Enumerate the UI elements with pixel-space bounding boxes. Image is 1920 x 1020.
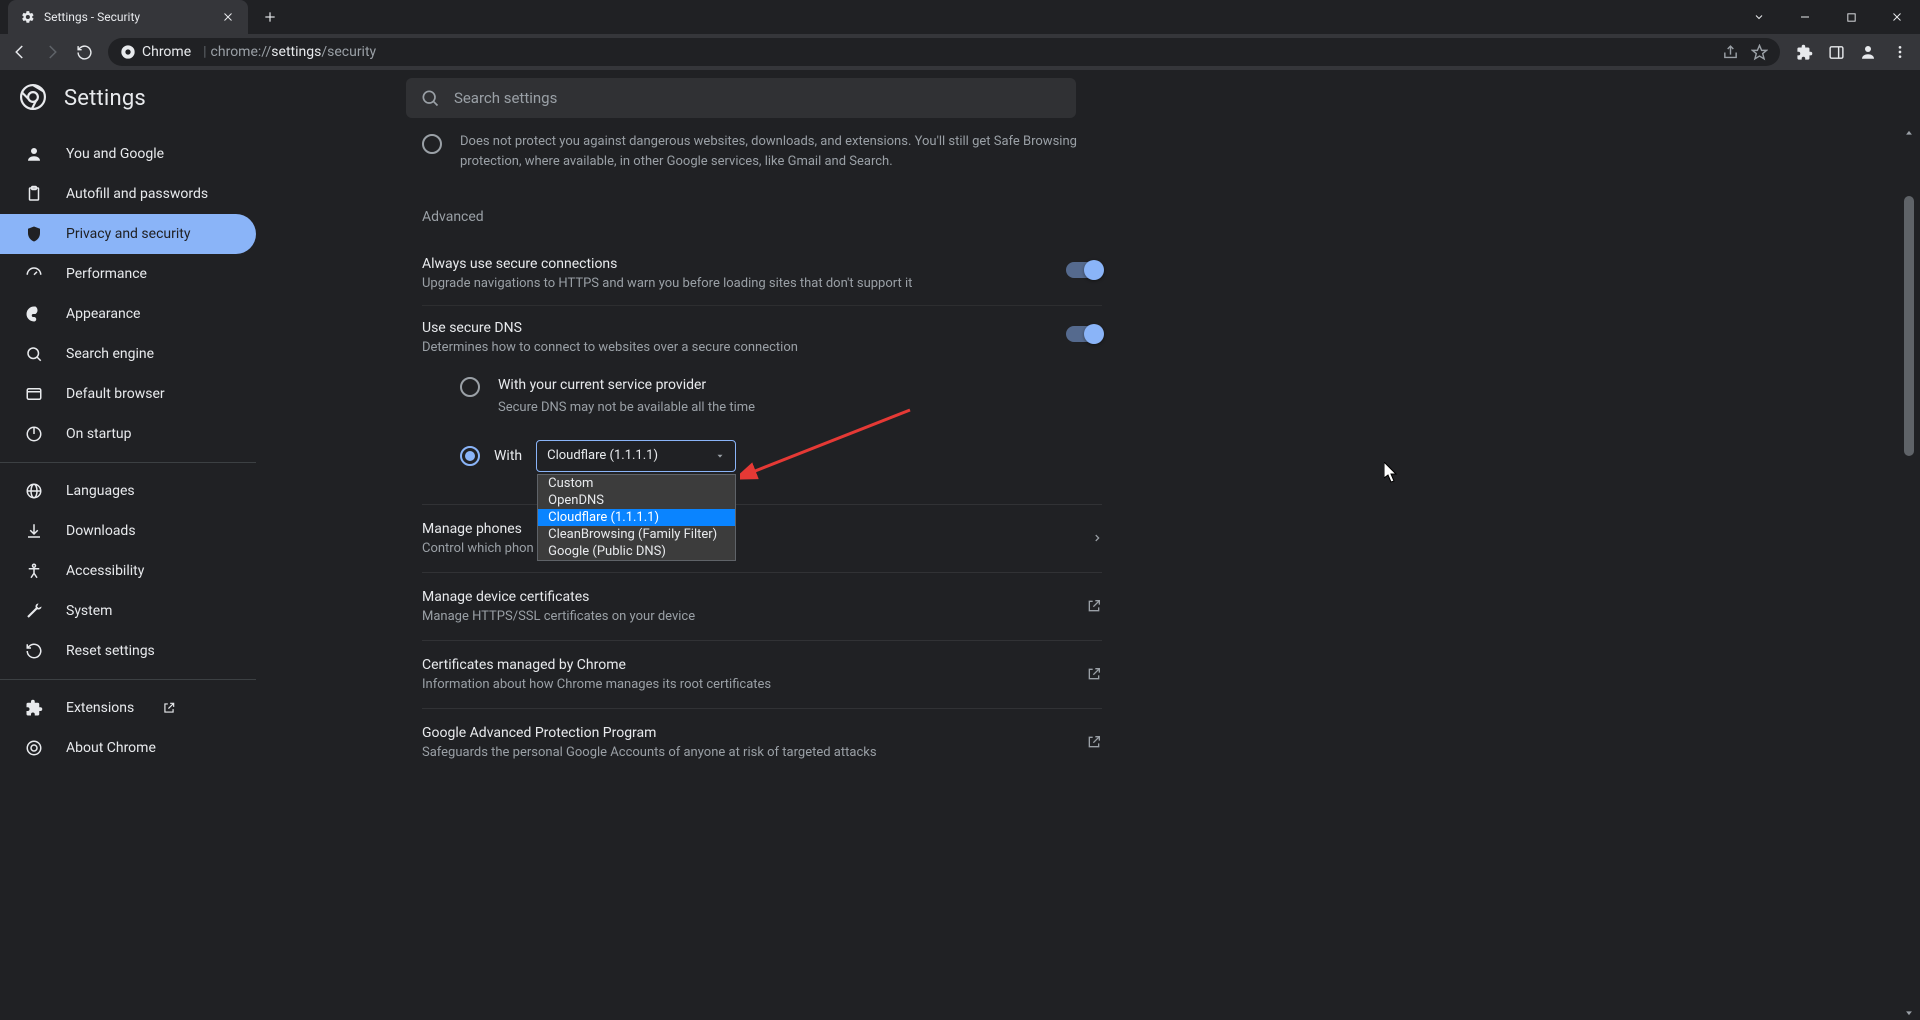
dropdown-item-cleanbrowsing[interactable]: CleanBrowsing (Family Filter) <box>538 526 735 543</box>
search-icon <box>24 344 44 364</box>
sidebar-item-you-and-google[interactable]: You and Google <box>0 134 256 174</box>
always-secure-connections-row: Always use secure connections Upgrade na… <box>422 241 1102 305</box>
caret-down-icon <box>715 451 725 461</box>
external-link-icon <box>162 701 176 715</box>
chrome-icon <box>24 738 44 758</box>
manage-device-certificates-row[interactable]: Manage device certificates Manage HTTPS/… <box>422 572 1102 640</box>
bookmark-icon[interactable] <box>1751 44 1768 61</box>
sidebar-item-privacy-security[interactable]: Privacy and security <box>0 214 256 254</box>
settings-content: Does not protect you against dangerous w… <box>422 126 1102 1020</box>
sidebar-item-default-browser[interactable]: Default browser <box>0 374 256 414</box>
no-protection-option[interactable]: Does not protect you against dangerous w… <box>422 126 1102 185</box>
chrome-logo-icon <box>20 84 48 112</box>
page-title: Settings <box>64 86 146 111</box>
close-icon[interactable] <box>220 9 236 25</box>
dns-current-provider-option[interactable]: With your current service provider Secur… <box>460 369 1102 432</box>
sidepanel-icon[interactable] <box>1822 38 1850 66</box>
accessibility-icon <box>24 561 44 581</box>
new-tab-button[interactable] <box>256 3 284 31</box>
download-icon <box>24 521 44 541</box>
dropdown-item-cloudflare[interactable]: Cloudflare (1.1.1.1) <box>538 509 735 526</box>
maximize-button[interactable] <box>1828 0 1874 34</box>
reload-button[interactable] <box>70 38 98 66</box>
sidebar-item-search-engine[interactable]: Search engine <box>0 334 256 374</box>
secure-dns-toggle[interactable] <box>1066 326 1102 342</box>
sidebar-item-system[interactable]: System <box>0 591 256 631</box>
external-link-icon <box>1086 734 1102 750</box>
advanced-section-label: Advanced <box>422 209 1102 225</box>
secure-connections-toggle[interactable] <box>1066 262 1102 278</box>
manage-phones-row[interactable]: Manage phones Control which phon <box>422 504 1102 572</box>
forward-button[interactable] <box>38 38 66 66</box>
globe-icon <box>24 481 44 501</box>
sidebar-item-extensions[interactable]: Extensions <box>0 688 256 728</box>
back-button[interactable] <box>6 38 34 66</box>
radio-checked-icon[interactable] <box>460 446 480 466</box>
dns-provider-select[interactable]: Cloudflare (1.1.1.1) Custom OpenDNS Clou… <box>536 440 736 472</box>
radio-unchecked-icon[interactable] <box>460 377 480 397</box>
advanced-protection-row[interactable]: Google Advanced Protection Program Safeg… <box>422 708 1102 776</box>
reset-icon <box>24 641 44 661</box>
share-icon[interactable] <box>1722 44 1739 61</box>
sidebar-item-on-startup[interactable]: On startup <box>0 414 256 454</box>
close-window-button[interactable] <box>1874 0 1920 34</box>
profile-icon[interactable] <box>1854 38 1882 66</box>
clipboard-icon <box>24 184 44 204</box>
sidebar-item-performance[interactable]: Performance <box>0 254 256 294</box>
sidebar-item-about[interactable]: About Chrome <box>0 728 256 768</box>
settings-sidebar: You and Google Autofill and passwords Pr… <box>0 126 256 1020</box>
sidebar-item-appearance[interactable]: Appearance <box>0 294 256 334</box>
external-link-icon <box>1086 598 1102 614</box>
dropdown-item-google-dns[interactable]: Google (Public DNS) <box>538 543 735 560</box>
menu-icon[interactable] <box>1886 38 1914 66</box>
browser-toolbar: Chrome | chrome://settings/security <box>0 34 1920 70</box>
dropdown-item-opendns[interactable]: OpenDNS <box>538 492 735 509</box>
radio-unchecked-icon[interactable] <box>422 134 442 154</box>
content-scrollbar[interactable] <box>1902 126 1916 1020</box>
browser-titlebar: Settings - Security <box>0 0 1920 34</box>
scroll-thumb[interactable] <box>1904 196 1914 456</box>
sidebar-separator <box>0 462 256 463</box>
site-chip: Chrome <box>120 44 191 60</box>
chrome-icon <box>120 44 136 60</box>
scroll-up-button[interactable] <box>1902 126 1916 140</box>
scroll-down-button[interactable] <box>1902 1006 1916 1020</box>
extensions-icon[interactable] <box>1790 38 1818 66</box>
gear-icon <box>20 9 36 25</box>
wrench-icon <box>24 601 44 621</box>
use-secure-dns-row: Use secure DNS Determines how to connect… <box>422 305 1102 369</box>
minimize-button[interactable] <box>1782 0 1828 34</box>
tab-title: Settings - Security <box>44 10 140 24</box>
search-icon <box>420 88 440 108</box>
address-bar[interactable]: Chrome | chrome://settings/security <box>108 38 1780 66</box>
window-controls <box>1736 0 1920 34</box>
browser-icon <box>24 384 44 404</box>
sidebar-item-downloads[interactable]: Downloads <box>0 511 256 551</box>
dns-with-option[interactable]: With Cloudflare (1.1.1.1) Custom OpenDNS… <box>460 432 1102 490</box>
chevron-right-icon <box>1092 533 1102 543</box>
shield-icon <box>24 224 44 244</box>
dropdown-item-custom[interactable]: Custom <box>538 475 735 492</box>
sidebar-item-languages[interactable]: Languages <box>0 471 256 511</box>
power-icon <box>24 424 44 444</box>
browser-tab[interactable]: Settings - Security <box>8 0 248 34</box>
chrome-certificates-row[interactable]: Certificates managed by Chrome Informati… <box>422 640 1102 708</box>
sidebar-item-accessibility[interactable]: Accessibility <box>0 551 256 591</box>
palette-icon <box>24 304 44 324</box>
sidebar-item-autofill[interactable]: Autofill and passwords <box>0 174 256 214</box>
dns-provider-dropdown[interactable]: Custom OpenDNS Cloudflare (1.1.1.1) Clea… <box>537 474 736 561</box>
person-icon <box>24 144 44 164</box>
sidebar-item-reset[interactable]: Reset settings <box>0 631 256 671</box>
external-link-icon <box>1086 666 1102 682</box>
settings-header: Settings Search settings <box>0 70 1920 126</box>
sidebar-separator <box>0 679 256 680</box>
chevron-down-icon[interactable] <box>1736 0 1782 34</box>
puzzle-icon <box>24 698 44 718</box>
search-settings-input[interactable]: Search settings <box>406 78 1076 118</box>
speedometer-icon <box>24 264 44 284</box>
